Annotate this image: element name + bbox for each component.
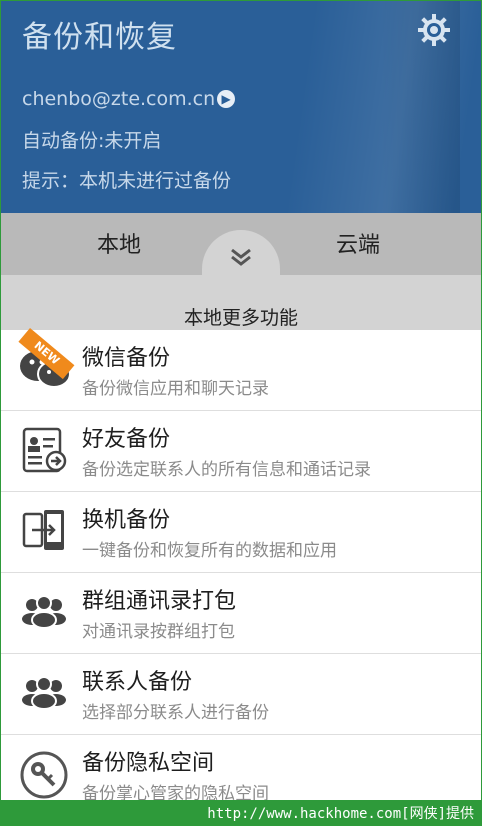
- watermark-bar: http://www.hackhome.com[网侠]提供: [0, 800, 482, 826]
- double-chevron-down-icon[interactable]: [229, 245, 253, 269]
- item-title: 备份隐私空间: [82, 751, 215, 776]
- list-item-group-contacts-pack[interactable]: 群组通讯录打包 对通讯录按群组打包: [0, 573, 482, 654]
- list-item-wechat-backup[interactable]: NEW 微信备份 备份微信应用和聊天记录: [0, 328, 482, 411]
- tab-cloud[interactable]: 云端: [336, 227, 380, 259]
- list-item-phone-switch-backup[interactable]: 换机备份 一键备份和恢复所有的数据和应用: [0, 492, 482, 573]
- backup-hint: 提示：本机未进行过备份: [22, 170, 232, 192]
- tab-local[interactable]: 本地: [97, 227, 141, 259]
- key-icon: [18, 747, 70, 799]
- list-item-friend-backup[interactable]: 好友备份 备份选定联系人的所有信息和通话记录: [0, 411, 482, 492]
- account-email: chenbo@zte.com.cn: [22, 88, 216, 110]
- contact-card-icon: [18, 423, 70, 475]
- arrow-right-icon: ▶: [217, 90, 236, 108]
- item-subtitle: 选择部分联系人进行备份: [82, 703, 269, 723]
- item-title: 好友备份: [82, 427, 171, 452]
- group-users-icon: [18, 585, 70, 637]
- account-email-link[interactable]: chenbo@zte.com.cn ▶: [22, 88, 236, 110]
- item-title: 换机备份: [82, 508, 171, 533]
- item-subtitle: 备份选定联系人的所有信息和通话记录: [82, 460, 371, 480]
- header: 备份和恢复 chenbo@zte.com.cn ▶ 自动备份:未开启 提示：本机…: [0, 0, 482, 213]
- item-subtitle: 一键备份和恢复所有的数据和应用: [82, 541, 337, 561]
- auto-backup-status: 自动备份:未开启: [22, 130, 162, 152]
- item-title: 群组通讯录打包: [82, 589, 237, 614]
- item-title: 联系人备份: [82, 670, 193, 695]
- page-title: 备份和恢复: [22, 20, 177, 55]
- list-item-contacts-backup[interactable]: 联系人备份 选择部分联系人进行备份: [0, 654, 482, 735]
- item-subtitle: 对通讯录按群组打包: [82, 622, 235, 642]
- item-title: 微信备份: [82, 346, 171, 371]
- phone-transfer-icon: [18, 504, 70, 556]
- item-subtitle: 备份微信应用和聊天记录: [82, 379, 269, 399]
- watermark-text: http://www.hackhome.com[网侠]提供: [207, 806, 474, 822]
- gear-icon[interactable]: [416, 12, 452, 48]
- contacts-icon: [18, 666, 70, 718]
- more-functions-label: 本地更多功能: [183, 307, 298, 329]
